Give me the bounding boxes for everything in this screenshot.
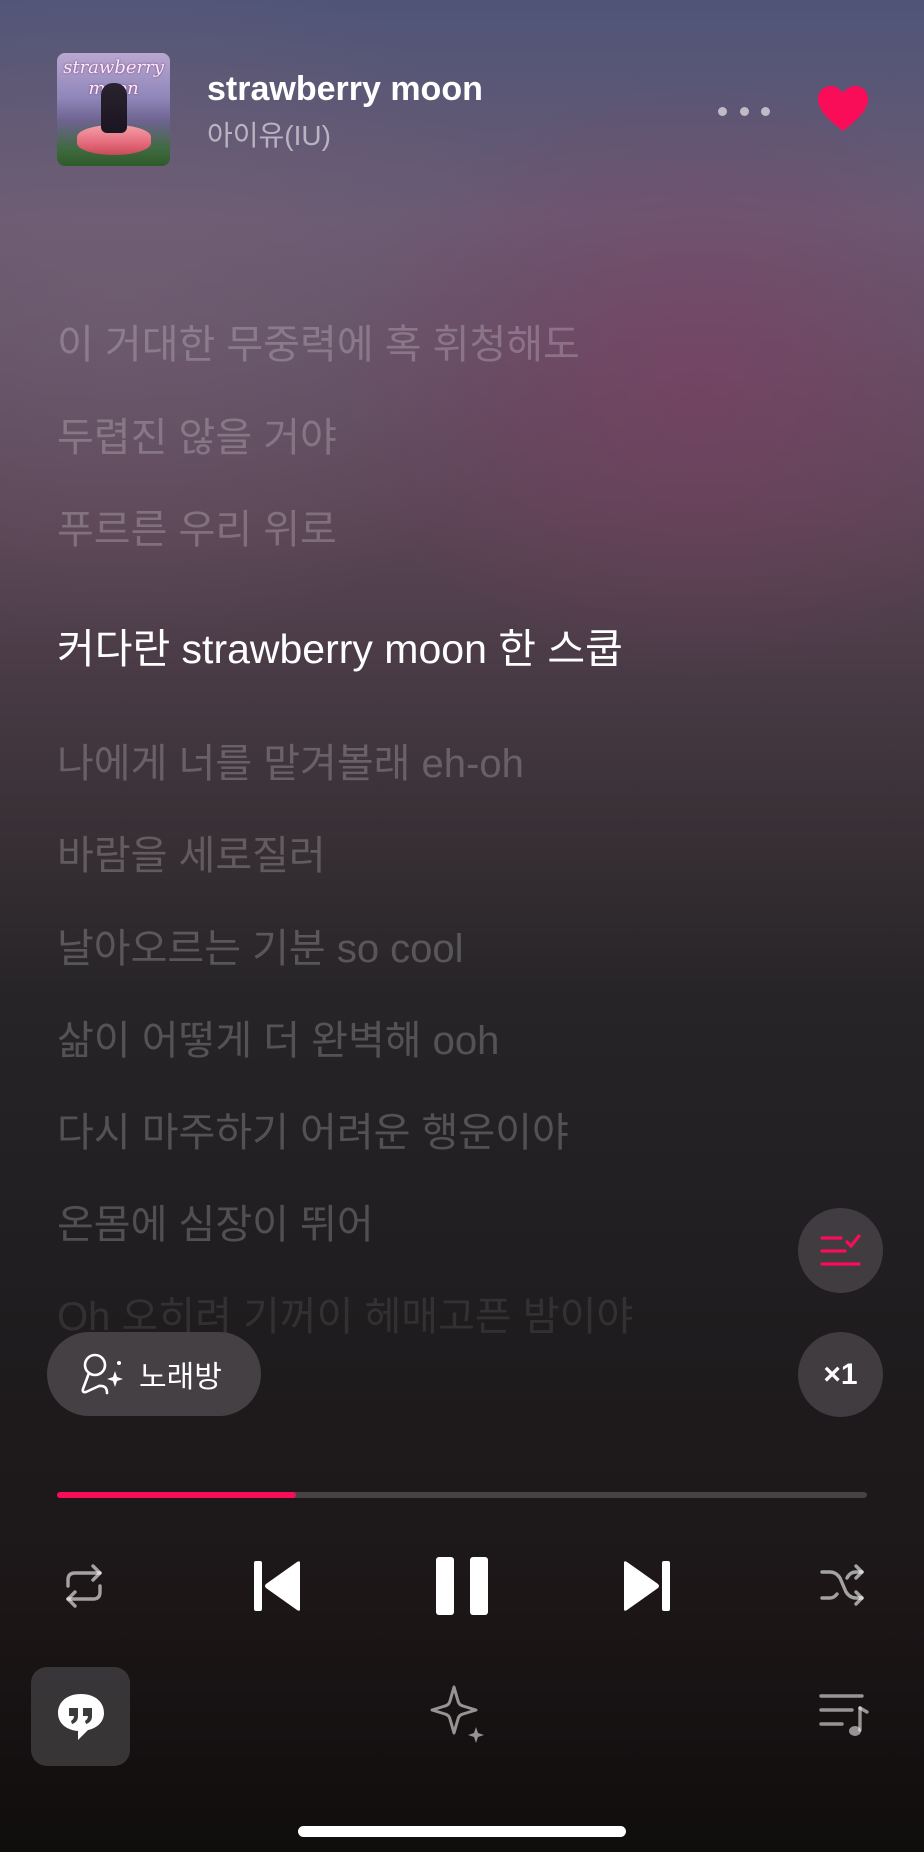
progress-fill [57, 1492, 296, 1498]
lyric-line[interactable]: 다시 마주하기 어려운 행운이야 [57, 1100, 569, 1158]
skip-next-icon [624, 1561, 670, 1611]
album-art-figure [101, 83, 127, 133]
karaoke-label: 노래방 [139, 1361, 222, 1394]
shuffle-button[interactable] [816, 1560, 868, 1612]
more-icon-dot [761, 106, 770, 116]
more-icon-dot [718, 106, 727, 116]
lyric-line[interactable]: 푸르른 우리 위로 [57, 497, 337, 555]
playback-speed-button[interactable]: ×1 [798, 1332, 883, 1417]
lyric-line[interactable]: 두렵진 않을 거야 [57, 405, 337, 463]
pause-button[interactable] [433, 1554, 491, 1618]
next-button[interactable] [620, 1557, 672, 1615]
karaoke-button[interactable]: 노래방 [47, 1332, 261, 1416]
home-indicator[interactable] [298, 1826, 626, 1837]
lyrics-check-icon [819, 1233, 861, 1266]
lyric-line-current[interactable]: 커다란 strawberry moon 한 스쿱 [57, 615, 623, 675]
lyric-line[interactable]: 날아오르는 기분 so cool [57, 916, 464, 974]
pause-icon [436, 1557, 488, 1615]
queue-button[interactable] [818, 1690, 870, 1738]
more-button[interactable] [718, 92, 770, 130]
repeat-button[interactable] [58, 1560, 110, 1612]
heart-icon [818, 86, 868, 131]
previous-button[interactable] [252, 1557, 304, 1615]
ai-button[interactable] [430, 1683, 490, 1745]
song-title[interactable]: strawberry moon [207, 70, 483, 109]
playback-speed-label: ×1 [823, 1357, 858, 1391]
sparkle-icon [430, 1685, 484, 1743]
album-art: strawberry moon [57, 53, 170, 166]
playlist-icon [819, 1694, 869, 1736]
skip-previous-icon [254, 1561, 300, 1611]
artist-name[interactable]: 아이유(IU) [207, 114, 331, 154]
like-button[interactable] [816, 84, 870, 134]
lyrics-mode-button[interactable] [31, 1667, 130, 1766]
lyrics-check-button[interactable] [798, 1208, 883, 1293]
lyric-line[interactable]: 나에게 너를 맡겨볼래 eh-oh [57, 731, 524, 789]
repeat-icon [66, 1564, 102, 1608]
lyric-line[interactable]: 바람을 세로질러 [57, 823, 326, 881]
shuffle-icon [820, 1564, 864, 1606]
quote-bubble-icon [57, 1693, 104, 1740]
lyric-line[interactable]: 이 거대한 무중력에 혹 휘청해도 [57, 312, 580, 370]
lyric-line[interactable]: 온몸에 심장이 뛰어 [57, 1192, 374, 1250]
lyric-line[interactable]: 삶이 어떻게 더 완벽해 ooh [57, 1008, 499, 1066]
more-icon-dot [739, 106, 749, 116]
progress-bar[interactable] [57, 1492, 867, 1498]
microphone-sparkle-icon [81, 1353, 123, 1395]
